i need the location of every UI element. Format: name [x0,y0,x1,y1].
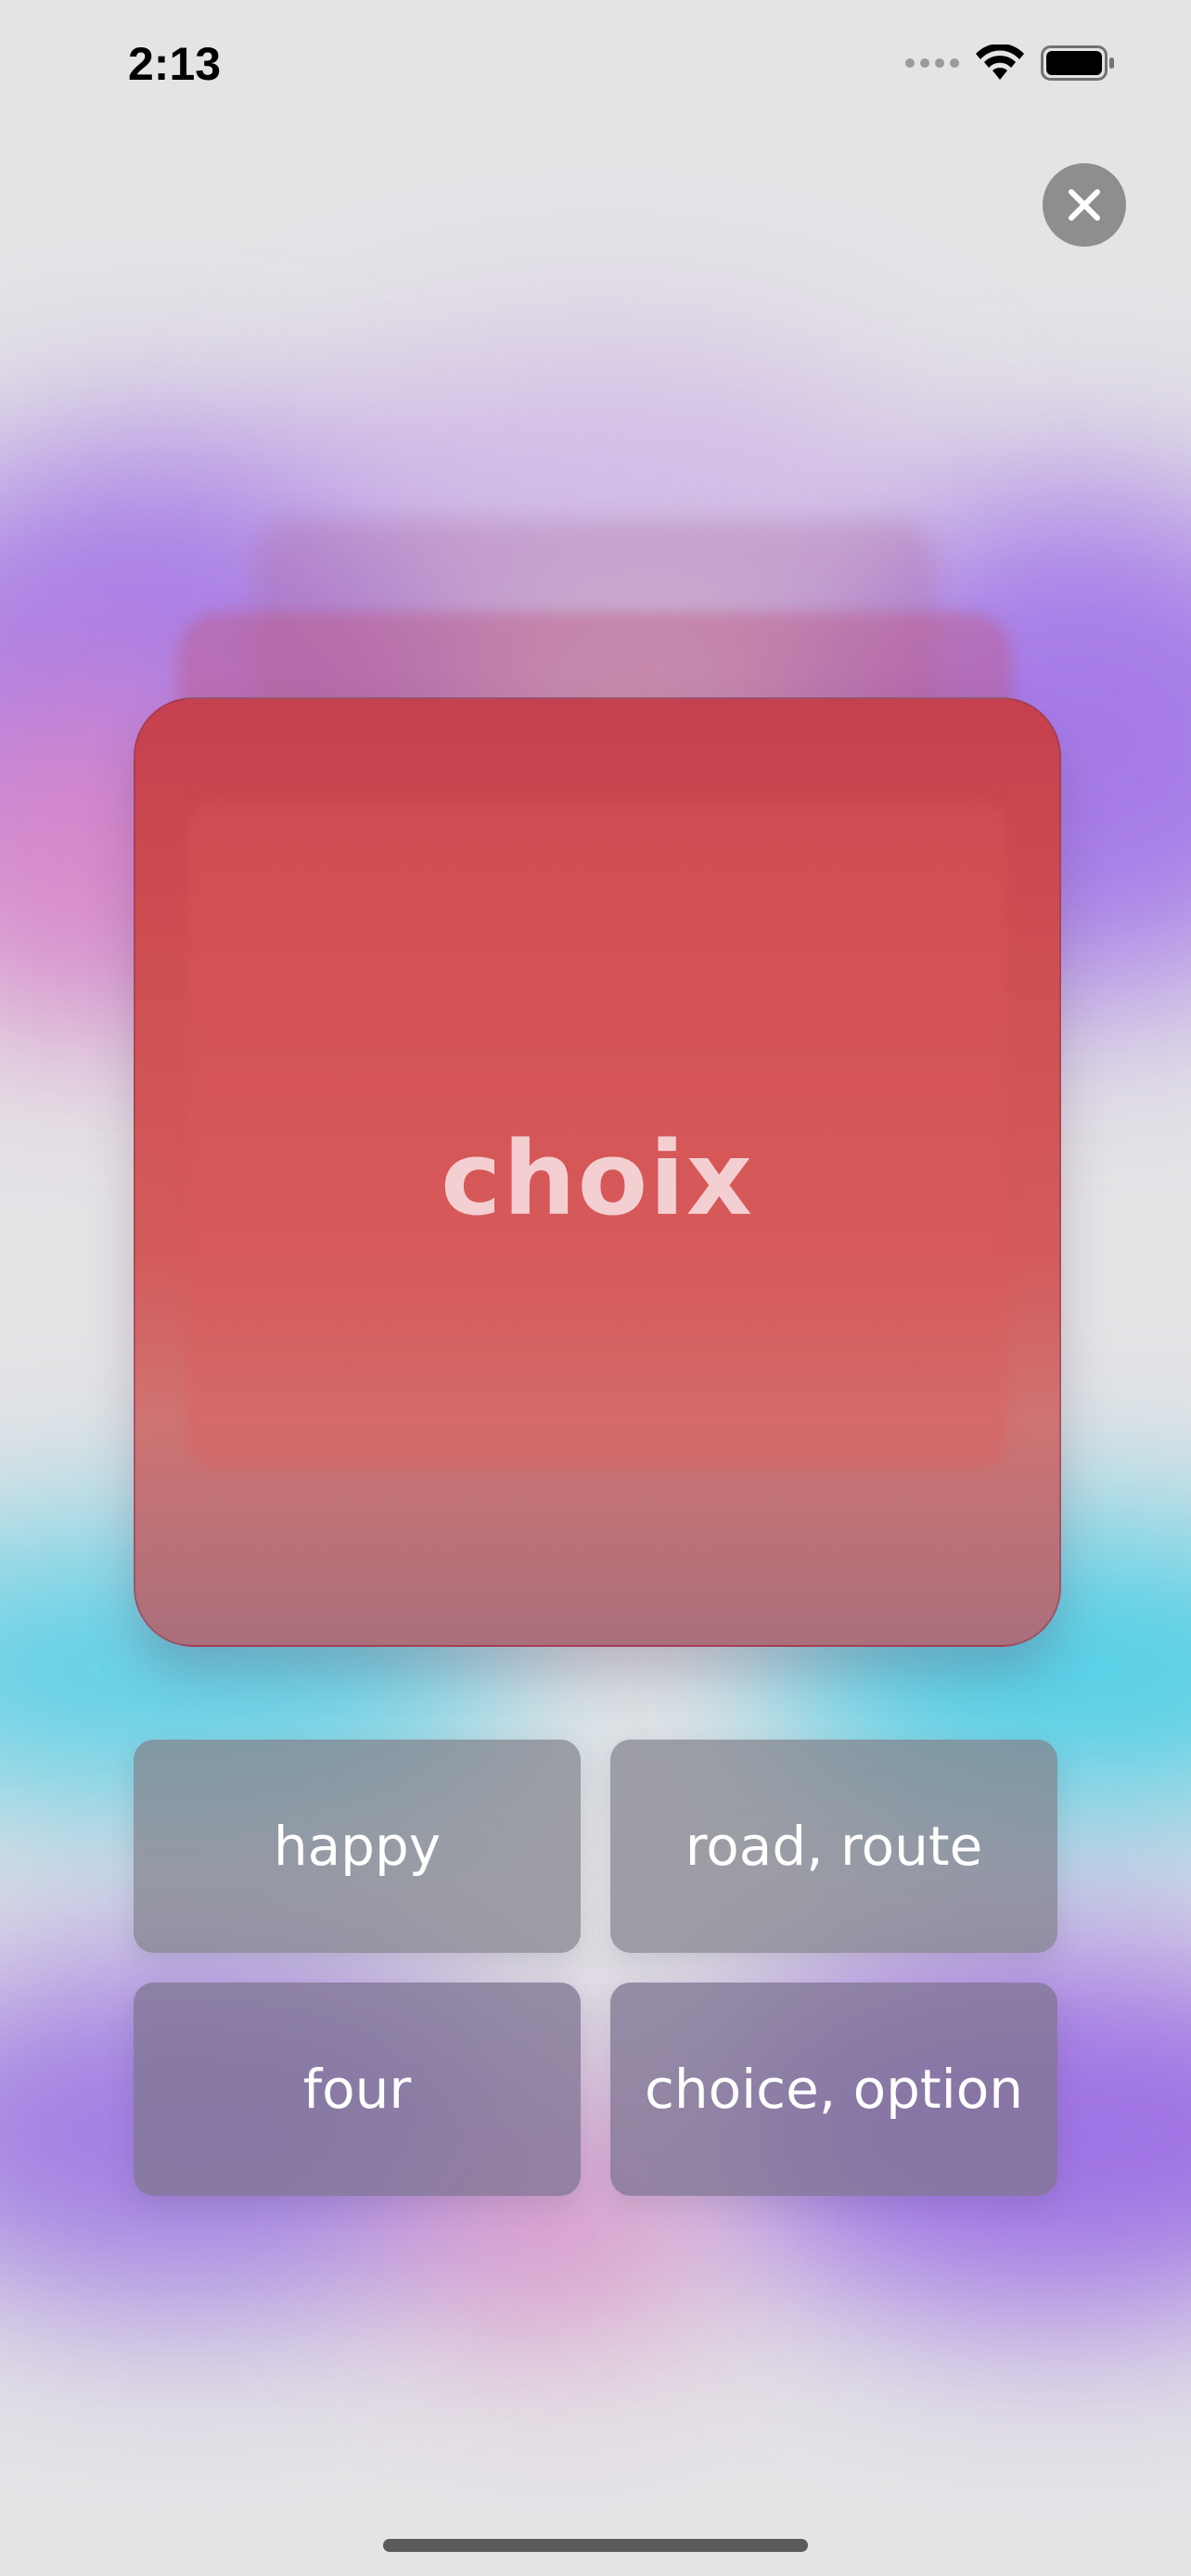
answer-option-road-route[interactable]: road, route [610,1740,1057,1953]
status-time: 2:13 [128,38,222,90]
signal-dots-icon [905,58,959,68]
home-indicator[interactable] [383,2539,808,2552]
close-button[interactable] [1043,163,1126,247]
wifi-icon [976,45,1024,80]
answer-option-four[interactable]: four [134,1983,581,2196]
answer-options: happy road, route four choice, option [134,1740,1057,2196]
flashcard-stack: choix [134,519,1061,1647]
battery-icon [1041,45,1114,81]
answer-option-choice-option[interactable]: choice, option [610,1983,1057,2196]
answer-option-happy[interactable]: happy [134,1740,581,1953]
close-icon [1069,189,1100,221]
status-icons [905,45,1115,82]
flashcard[interactable]: choix [134,697,1061,1647]
flashcard-word: choix [441,1119,754,1238]
